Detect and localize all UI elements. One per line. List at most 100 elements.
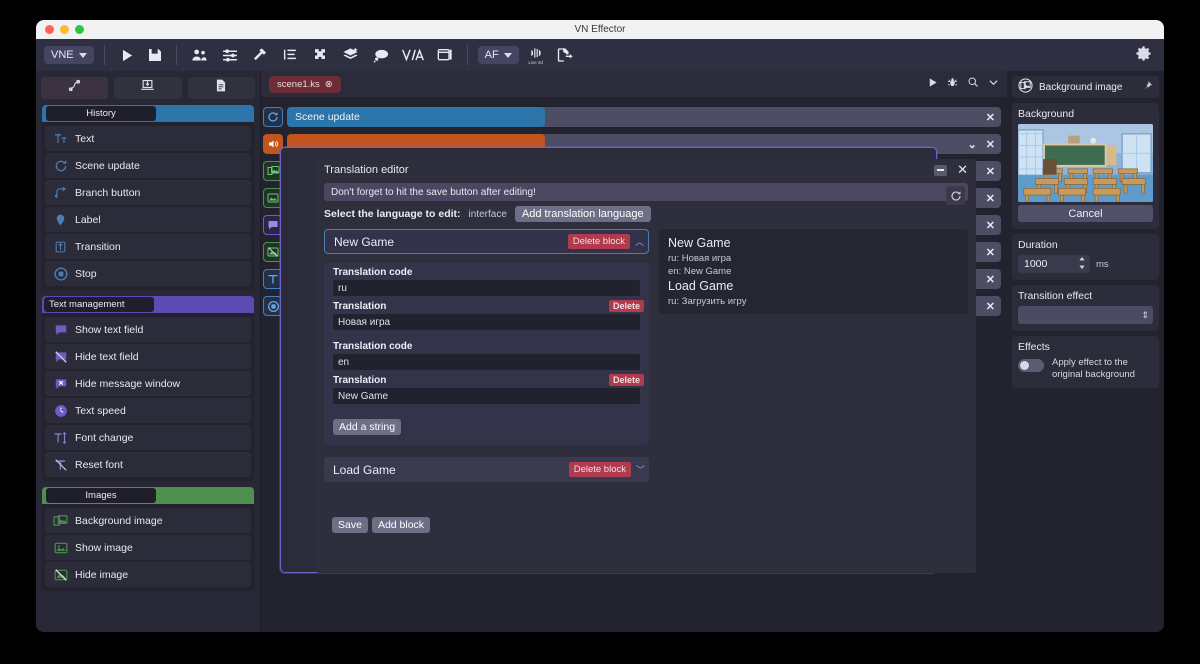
palette-item-scene-update[interactable]: Scene update xyxy=(45,153,251,178)
translation-value-input[interactable]: New Game xyxy=(333,388,640,404)
inspector-header: Background image xyxy=(1012,76,1159,98)
cloud-icon[interactable] xyxy=(369,43,393,67)
sidebar-tab-import[interactable] xyxy=(114,77,182,99)
palette-item-hide-message-window[interactable]: Hide message window xyxy=(45,371,251,396)
delete-string-button[interactable]: Delete xyxy=(608,300,644,312)
delete-string-button[interactable]: Delete xyxy=(608,374,644,386)
add-block-button[interactable]: Add block xyxy=(371,517,431,533)
palette-group-header[interactable]: Text management xyxy=(42,296,254,313)
settings-gear-icon[interactable] xyxy=(1135,45,1152,67)
stepper-icon[interactable] xyxy=(1078,256,1086,272)
minimize-icon[interactable] xyxy=(934,164,948,176)
project-menu-button[interactable]: VNE xyxy=(44,46,94,64)
editor-columns: New Game Delete block ︿ Translation code… xyxy=(324,229,968,482)
delete-block-button[interactable]: Delete block xyxy=(567,234,630,249)
palette-item-label: Transition xyxy=(75,240,121,253)
sidebar-tab-graph[interactable] xyxy=(41,77,109,99)
palette-item-hide-text-field[interactable]: Hide text field xyxy=(45,344,251,369)
apply-effect-toggle[interactable] xyxy=(1018,359,1044,372)
window-icon[interactable] xyxy=(433,43,457,67)
chevron-up-icon[interactable]: ︿ xyxy=(635,235,644,248)
palette-item-reset-font[interactable]: Reset font xyxy=(45,452,251,477)
close-icon[interactable]: ✕ xyxy=(986,273,995,286)
stop-icon xyxy=(53,266,68,281)
duration-value: 1000 xyxy=(1024,258,1048,270)
palette-item-background-image[interactable]: Background image xyxy=(45,508,251,533)
list-icon[interactable] xyxy=(278,43,302,67)
puzzle-icon[interactable] xyxy=(308,43,332,67)
close-icon[interactable]: ✕ xyxy=(986,111,995,124)
palette-item-label: Label xyxy=(75,213,101,226)
node-row[interactable]: Scene update ✕ xyxy=(263,106,1001,128)
sidebar-tab-script[interactable] xyxy=(187,77,255,99)
background-thumbnail[interactable] xyxy=(1018,124,1153,202)
duration-input[interactable]: 1000 xyxy=(1018,255,1090,273)
live2d-caption: Live 2d xyxy=(528,59,543,65)
window-title: VN Effector xyxy=(574,24,626,35)
refresh-icon xyxy=(263,107,283,127)
export-icon[interactable] xyxy=(553,43,576,67)
palette-item-text-speed[interactable]: Text speed xyxy=(45,398,251,423)
save-button[interactable]: Save xyxy=(332,517,368,533)
palette-group-header[interactable]: Images xyxy=(42,487,254,504)
close-icon[interactable]: ✕ xyxy=(986,246,995,259)
translation-code-input[interactable]: en xyxy=(333,354,640,370)
add-string-button[interactable]: Add a string xyxy=(333,419,402,435)
transition-card: Transition effect ⇕ xyxy=(1012,285,1159,331)
close-icon[interactable]: ✕ xyxy=(986,165,995,178)
search-icon[interactable] xyxy=(967,75,979,93)
chevron-down-icon[interactable] xyxy=(988,75,999,93)
af-menu-button[interactable]: AF xyxy=(477,46,519,64)
pin-icon[interactable] xyxy=(1141,80,1153,95)
palette-item-text[interactable]: Text xyxy=(45,126,251,151)
translation-value-input[interactable]: Новая игра xyxy=(333,314,640,330)
debug-icon[interactable] xyxy=(947,75,958,93)
sliders-icon[interactable] xyxy=(218,43,242,67)
file-tab-scene1[interactable]: scene1.ks ⊗ xyxy=(269,75,341,93)
field-label-text: Translation xyxy=(333,374,387,386)
palette-item-branch-button[interactable]: Branch button xyxy=(45,180,251,205)
translation-block-header[interactable]: New Game Delete block ︿ xyxy=(324,229,649,254)
close-bubble-icon xyxy=(53,376,68,391)
close-icon[interactable]: ✕ xyxy=(986,138,995,151)
close-icon[interactable]: ✕ xyxy=(957,162,968,178)
hide-image-icon xyxy=(53,567,68,582)
close-icon[interactable]: ✕ xyxy=(986,300,995,313)
field-label-text: Translation code xyxy=(333,267,413,278)
palette-item-hide-image[interactable]: Hide image xyxy=(45,562,251,587)
palette-item-stop[interactable]: Stop xyxy=(45,261,251,286)
close-icon[interactable]: ⊗ xyxy=(325,79,333,90)
node-bar[interactable]: Scene update ✕ xyxy=(287,107,1001,127)
delete-block-button[interactable]: Delete block xyxy=(568,462,631,477)
divider xyxy=(103,45,105,65)
save-icon[interactable] xyxy=(144,43,166,67)
node-controls: ✕ xyxy=(986,296,995,316)
live2d-icon[interactable]: Live 2d xyxy=(525,43,547,67)
palette-item-transition[interactable]: Transition xyxy=(45,234,251,259)
translation-label: Translation Delete xyxy=(324,296,649,314)
chevron-down-icon[interactable]: ⌄ xyxy=(968,138,977,151)
language-current[interactable]: interface xyxy=(469,209,507,220)
refresh-icon[interactable] xyxy=(946,186,965,205)
transition-select[interactable]: ⇕ xyxy=(1018,306,1153,324)
chevron-down-icon[interactable]: ﹀ xyxy=(636,463,645,476)
palette-group-header[interactable]: History xyxy=(42,105,254,122)
va-icon[interactable] xyxy=(399,43,427,67)
translation-block-header[interactable]: Load Game Delete block ﹀ xyxy=(324,457,649,482)
play-icon[interactable] xyxy=(927,75,938,93)
translation-code-input[interactable]: ru xyxy=(333,280,640,296)
cancel-background-button[interactable]: Cancel xyxy=(1018,205,1153,222)
close-icon[interactable]: ✕ xyxy=(986,219,995,232)
project-menu-label: VNE xyxy=(51,49,74,61)
close-icon[interactable]: ✕ xyxy=(986,192,995,205)
hammer-icon[interactable] xyxy=(248,43,272,67)
palette-item-show-text-field[interactable]: Show text field xyxy=(45,317,251,342)
layers-icon[interactable] xyxy=(338,43,363,67)
palette-item-font-change[interactable]: Font change xyxy=(45,425,251,450)
palette-item-show-image[interactable]: Show image xyxy=(45,535,251,560)
palette-item-label[interactable]: Label xyxy=(45,207,251,232)
add-translation-language-button[interactable]: Add translation language xyxy=(514,206,651,222)
palette-item-label: Hide text field xyxy=(75,350,139,363)
characters-icon[interactable] xyxy=(187,43,212,67)
play-icon[interactable] xyxy=(115,43,138,67)
